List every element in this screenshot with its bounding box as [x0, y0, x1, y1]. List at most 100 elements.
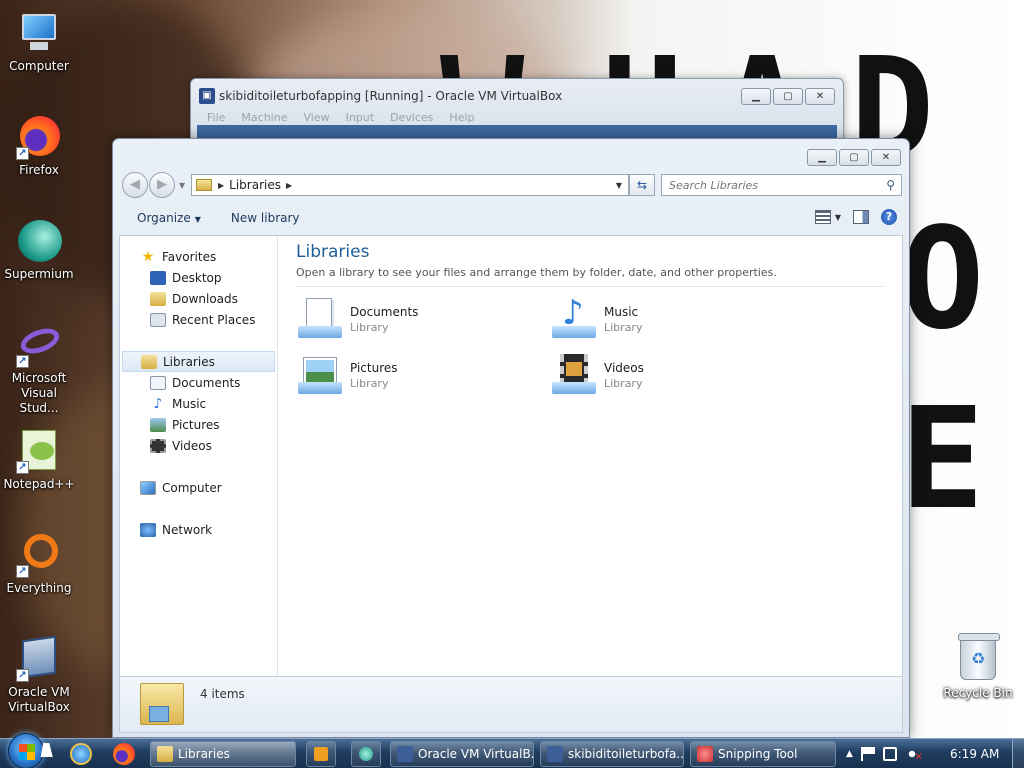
libraries-icon: [141, 354, 157, 369]
desktop-icon-computer[interactable]: Computer: [1, 10, 77, 74]
virtualbox-icon: [547, 746, 563, 762]
menu-view[interactable]: View: [295, 111, 337, 124]
navigation-buttons: ◀ ▶ ▼: [122, 172, 185, 198]
folder-icon: [196, 179, 212, 191]
content-pane: Libraries Open a library to see your fil…: [278, 236, 902, 676]
forward-button[interactable]: ▶: [149, 172, 175, 198]
action-center-flag-icon[interactable]: [860, 747, 875, 761]
taskbar-item-label: Snipping Tool: [718, 747, 798, 761]
sidebar-item-desktop[interactable]: Desktop: [120, 267, 277, 288]
menu-machine[interactable]: Machine: [233, 111, 295, 124]
clock[interactable]: 6:19 AM: [950, 747, 999, 761]
sidebar-item-label: Videos: [172, 438, 212, 453]
desktop-icon-recycle-bin[interactable]: ♻ Recycle Bin: [940, 633, 1016, 700]
refresh-button[interactable]: ⇆: [629, 174, 655, 196]
breadcrumb-arrow-icon[interactable]: ▶: [286, 181, 292, 190]
visual-studio-icon: ↗: [16, 322, 63, 368]
library-item-music[interactable]: ♪ Music Library: [550, 295, 804, 343]
help-icon[interactable]: ?: [881, 209, 897, 225]
videos-icon: [150, 438, 166, 453]
details-pane: 4 items: [119, 677, 903, 733]
scissors-icon: [697, 746, 713, 762]
sidebar-item-pictures[interactable]: Pictures: [120, 414, 277, 435]
close-button[interactable]: ✕: [805, 88, 835, 105]
address-bar[interactable]: ▶ Libraries ▶ ▼: [191, 174, 629, 196]
library-item-pictures[interactable]: Pictures Library: [296, 351, 550, 399]
mouse-cursor-icon: [40, 743, 56, 757]
explorer-window[interactable]: ▁ ▢ ✕ ◀ ▶ ▼ ▶ Libraries ▶ ▼ ⇆ ⚲ Organize…: [112, 138, 910, 738]
desktop-icon-virtualbox[interactable]: ↗ Oracle VM VirtualBox: [1, 635, 77, 715]
sidebar-item-computer[interactable]: Computer: [120, 477, 277, 498]
preview-pane-icon[interactable]: [853, 210, 869, 224]
maximize-button[interactable]: ▢: [839, 149, 869, 166]
library-item-documents[interactable]: Documents Library: [296, 295, 550, 343]
library-list: Documents Library ♪ Music Library Pictur…: [296, 295, 884, 399]
sidebar-item-videos[interactable]: Videos: [120, 435, 277, 456]
sidebar-item-music[interactable]: ♪ Music: [120, 393, 277, 414]
desktop-icon-everything[interactable]: ↗ Everything: [1, 532, 77, 596]
address-history-dropdown[interactable]: ▼: [616, 181, 622, 190]
search-icon[interactable]: ⚲: [886, 178, 895, 192]
item-count: 4 items: [200, 687, 245, 701]
show-desktop-button[interactable]: [1012, 739, 1024, 768]
taskbar-item-label: Oracle VM VirtualB...: [418, 747, 534, 761]
supermium-taskbar-button[interactable]: [351, 741, 381, 767]
library-name: Videos: [604, 360, 644, 375]
library-name: Documents: [350, 304, 419, 319]
sidebar-item-network[interactable]: Network: [120, 519, 277, 540]
maximize-button[interactable]: ▢: [773, 88, 803, 105]
internet-explorer-icon[interactable]: [70, 743, 92, 765]
sidebar-item-documents[interactable]: Documents: [120, 372, 277, 393]
media-player-button[interactable]: [306, 741, 336, 767]
music-icon: ♪: [153, 395, 163, 412]
search-input[interactable]: [669, 178, 869, 192]
organize-button[interactable]: Organize ▼: [137, 211, 201, 225]
desktop-icon-visual-studio[interactable]: ↗ Microsoft Visual Stud...: [1, 322, 77, 416]
breadcrumb-arrow-icon[interactable]: ▶: [218, 181, 224, 190]
computer-icon: [16, 10, 62, 56]
menu-input[interactable]: Input: [338, 111, 382, 124]
virtualbox-icon: ↗: [16, 635, 62, 682]
library-item-videos[interactable]: Videos Library: [550, 351, 804, 399]
taskbar-item-virtualbox-manager[interactable]: Oracle VM VirtualB...: [390, 741, 534, 767]
network-icon[interactable]: [882, 747, 897, 761]
desktop-icon-firefox[interactable]: ↗ Firefox: [1, 114, 77, 178]
new-library-button[interactable]: New library: [231, 211, 300, 225]
sidebar-item-recent-places[interactable]: Recent Places: [120, 309, 277, 330]
back-button[interactable]: ◀: [122, 172, 148, 198]
desktop-icon-supermium[interactable]: Supermium: [1, 218, 77, 282]
start-button[interactable]: [8, 733, 44, 768]
search-box[interactable]: ⚲: [661, 174, 902, 196]
taskbar: Libraries Oracle VM VirtualB... skibidit…: [0, 733, 1024, 768]
sidebar-item-label: Music: [172, 396, 207, 411]
volume-muted-icon[interactable]: ✕: [904, 747, 923, 763]
organize-label: Organize: [137, 211, 191, 225]
sidebar-item-downloads[interactable]: Downloads: [120, 288, 277, 309]
recent-pages-dropdown[interactable]: ▼: [179, 181, 185, 190]
desktop-icon-notepad-plus-plus[interactable]: ↗ Notepad++: [1, 428, 77, 492]
breadcrumb-libraries[interactable]: Libraries: [229, 178, 281, 192]
taskbar-item-virtualbox-vm[interactable]: skibiditoileturbofa...: [540, 741, 684, 767]
taskbar-item-libraries[interactable]: Libraries: [150, 741, 296, 767]
minimize-button[interactable]: ▁: [741, 88, 771, 105]
firefox-icon[interactable]: [113, 743, 135, 765]
menu-devices[interactable]: Devices: [382, 111, 441, 124]
change-view-icon[interactable]: [814, 210, 831, 224]
sidebar-item-libraries[interactable]: Libraries: [122, 351, 275, 372]
sidebar-item-favorites[interactable]: ★ Favorites: [120, 246, 277, 267]
close-button[interactable]: ✕: [871, 149, 901, 166]
menu-help[interactable]: Help: [441, 111, 482, 124]
chevron-down-icon[interactable]: ▼: [835, 213, 841, 222]
desktop-icon-label: Notepad++: [3, 477, 75, 491]
menu-file[interactable]: File: [199, 111, 233, 124]
navigation-pane[interactable]: ★ Favorites Desktop Downloads Recent Pla…: [120, 236, 278, 676]
show-hidden-icons-button[interactable]: ▲: [846, 749, 853, 759]
command-bar: Organize ▼ New library ▼ ?: [119, 203, 903, 233]
sidebar-item-label: Libraries: [163, 354, 215, 369]
folder-icon: [157, 746, 173, 762]
sidebar-item-label: Pictures: [172, 417, 220, 432]
minimize-button[interactable]: ▁: [807, 149, 837, 166]
desktop-icon-label: Supermium: [4, 267, 74, 281]
star-icon: ★: [141, 248, 155, 265]
taskbar-item-snipping-tool[interactable]: Snipping Tool: [690, 741, 836, 767]
